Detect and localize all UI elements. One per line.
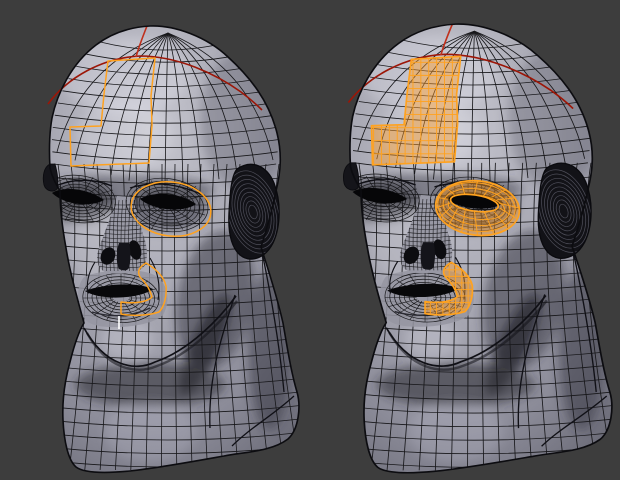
viewport-canvas <box>0 0 620 480</box>
viewport-3d[interactable] <box>0 0 620 480</box>
